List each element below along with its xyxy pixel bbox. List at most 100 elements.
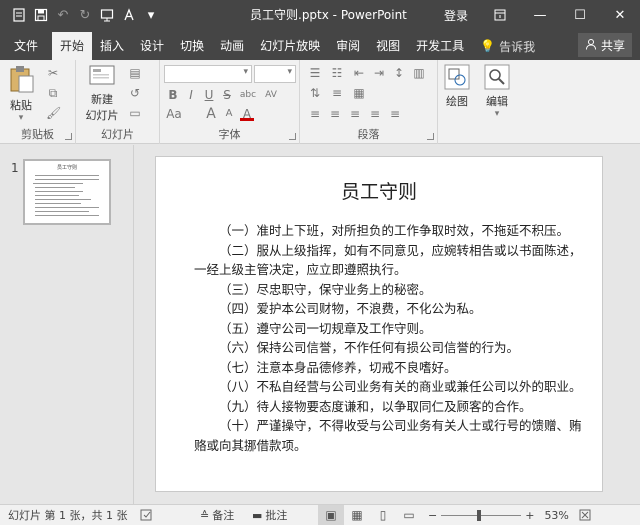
tab-home[interactable]: 开始: [52, 32, 93, 60]
editing-group: 编辑 ▾: [478, 60, 518, 144]
strikethrough-button[interactable]: S: [220, 88, 234, 102]
customize-qat-icon[interactable]: ▾: [140, 4, 162, 26]
maximize-button[interactable]: ☐: [560, 0, 600, 30]
line-spacing-icon[interactable]: ↕: [392, 66, 406, 80]
align-center-icon[interactable]: ≡: [328, 107, 342, 121]
paste-button[interactable]: 粘贴 ▾: [6, 64, 36, 123]
paragraph-group: ☰ ☷ ⇤ ⇥ ↕ ▥ ⇅ ≡ ▦ ≡ ≡ ≡ ≡ ≡ 段落: [300, 60, 438, 144]
presenter-icon[interactable]: [96, 4, 118, 26]
copy-icon[interactable]: ⧉: [46, 86, 60, 100]
tab-design[interactable]: 设计: [132, 32, 172, 60]
text-direction-icon[interactable]: ⇅: [308, 86, 322, 100]
clipboard-launcher-icon[interactable]: [65, 133, 72, 140]
change-case-button[interactable]: Aa: [166, 107, 182, 121]
decrease-indent-icon[interactable]: ⇤: [352, 66, 366, 80]
grow-font-button[interactable]: A: [204, 107, 218, 121]
justify-icon[interactable]: ≡: [368, 107, 382, 121]
layout-icon[interactable]: ▤: [128, 66, 142, 80]
normal-view-icon[interactable]: ▣: [318, 504, 344, 525]
slide-title[interactable]: 员工守则: [156, 177, 602, 204]
underline-button[interactable]: U: [202, 88, 216, 102]
slide-sorter-icon[interactable]: ▦: [344, 505, 370, 525]
notes-label: 备注: [212, 509, 235, 522]
editing-button[interactable]: 编辑 ▾: [482, 64, 512, 119]
italic-button[interactable]: I: [184, 88, 198, 102]
slide-thumbnail[interactable]: 员工守则: [23, 159, 111, 225]
pane-divider[interactable]: [133, 145, 134, 504]
reading-view-icon[interactable]: ▯: [370, 505, 396, 525]
tab-animations[interactable]: 动画: [212, 32, 252, 60]
slide-thumbnail-pane: 1 员工守则: [0, 145, 133, 504]
columns-icon[interactable]: ▥: [412, 66, 426, 80]
redo-icon[interactable]: ↻: [74, 4, 96, 26]
align-right-icon[interactable]: ≡: [348, 107, 362, 121]
spell-check-icon[interactable]: [140, 505, 200, 525]
numbering-icon[interactable]: ☷: [330, 66, 344, 80]
zoom-slider[interactable]: [441, 509, 522, 521]
drawing-group: 绘图: [438, 60, 476, 144]
tab-insert[interactable]: 插入: [92, 32, 132, 60]
thumbnail-line: [35, 195, 79, 196]
tab-view[interactable]: 视图: [368, 32, 408, 60]
paragraph-launcher-icon[interactable]: [427, 133, 434, 140]
font-color-button[interactable]: A: [240, 107, 254, 121]
share-button[interactable]: 共享: [577, 33, 632, 57]
share-label: 共享: [600, 38, 625, 53]
font-name-combo[interactable]: [164, 65, 252, 83]
tab-review[interactable]: 审阅: [328, 32, 368, 60]
tell-me-box[interactable]: 💡 告诉我: [472, 32, 543, 60]
login-button[interactable]: 登录: [432, 7, 480, 24]
distribute-icon[interactable]: ≡: [388, 107, 402, 121]
slide-show-icon[interactable]: ▭: [396, 505, 422, 525]
bold-button[interactable]: B: [166, 88, 180, 102]
shadow-button[interactable]: abc: [238, 88, 258, 102]
cut-icon[interactable]: ✂: [46, 66, 60, 80]
section-icon[interactable]: ▭: [128, 106, 142, 120]
reset-icon[interactable]: ↺: [128, 86, 142, 100]
font-size-combo[interactable]: [254, 65, 296, 83]
status-bar: 幻灯片 第 1 张，共 1 张 ≙ 备注 ▬ 批注 ▣ ▦ ▯ ▭ − + 53…: [0, 504, 640, 525]
bullets-icon[interactable]: ☰: [308, 66, 322, 80]
undo-icon[interactable]: ↶: [52, 4, 74, 26]
zoom-in-button[interactable]: +: [525, 505, 534, 525]
new-slide-label-2: 幻灯片: [85, 109, 119, 122]
slide-body-text[interactable]: （一）准时上下班，对所担负的工作争取时效，不拖延不积压。 （二）服从上级指挥，如…: [194, 221, 584, 455]
font-launcher-icon[interactable]: [289, 133, 296, 140]
tab-transitions[interactable]: 切换: [172, 32, 212, 60]
slide-canvas[interactable]: 员工守则 （一）准时上下班，对所担负的工作争取时效，不拖延不积压。 （二）服从上…: [155, 156, 603, 492]
zoom-level[interactable]: 53%: [544, 505, 568, 525]
smartart-icon[interactable]: ▦: [352, 86, 366, 100]
align-left-icon[interactable]: ≡: [308, 107, 322, 121]
drawing-button[interactable]: 绘图: [442, 64, 472, 109]
rule-line: （八）不私自经营与公司业务有关的商业或兼任公司以外的职业。: [219, 379, 582, 394]
close-button[interactable]: ✕: [600, 0, 640, 30]
format-painter-icon[interactable]: 🖌: [46, 106, 61, 120]
zoom-out-button[interactable]: −: [428, 505, 437, 525]
shrink-font-button[interactable]: A: [222, 107, 236, 121]
app-icon[interactable]: [8, 4, 30, 26]
lightbulb-icon: 💡: [480, 39, 496, 53]
align-text-icon[interactable]: ≡: [330, 86, 344, 100]
tab-slide-show[interactable]: 幻灯片放映: [252, 32, 328, 60]
clipboard-group-label: 剪贴板: [21, 128, 54, 141]
ribbon-display-options-icon[interactable]: [480, 0, 520, 30]
tab-file[interactable]: 文件: [0, 32, 52, 60]
tab-developer[interactable]: 开发工具: [408, 32, 472, 60]
clipboard-icon: [6, 64, 36, 97]
zoom-slider-thumb[interactable]: [477, 509, 482, 521]
comments-button[interactable]: ▬ 批注: [252, 505, 318, 525]
increase-indent-icon[interactable]: ⇥: [372, 66, 386, 80]
new-slide-button[interactable]: 新建 幻灯片: [82, 64, 122, 123]
slide-counter: 幻灯片 第 1 张，共 1 张: [8, 509, 128, 522]
ribbon-home: 粘贴 ▾ ✂ ⧉ 🖌 剪贴板 新建 幻灯片 ▤ ↺ ▭ 幻灯片 B I U S …: [0, 60, 640, 144]
notes-button[interactable]: ≙ 备注: [200, 505, 252, 525]
thumbnail-line: [33, 183, 83, 184]
minimize-button[interactable]: —: [520, 0, 560, 30]
thumbnail-line: [35, 207, 99, 208]
rule-line: （一）准时上下班，对所担负的工作争取时效，不拖延不积压。: [219, 223, 570, 238]
fit-to-window-icon[interactable]: [579, 505, 591, 525]
save-icon[interactable]: [30, 4, 52, 26]
font-color-icon[interactable]: [118, 4, 140, 26]
char-spacing-button[interactable]: AV: [262, 88, 280, 102]
person-icon: [585, 38, 597, 53]
